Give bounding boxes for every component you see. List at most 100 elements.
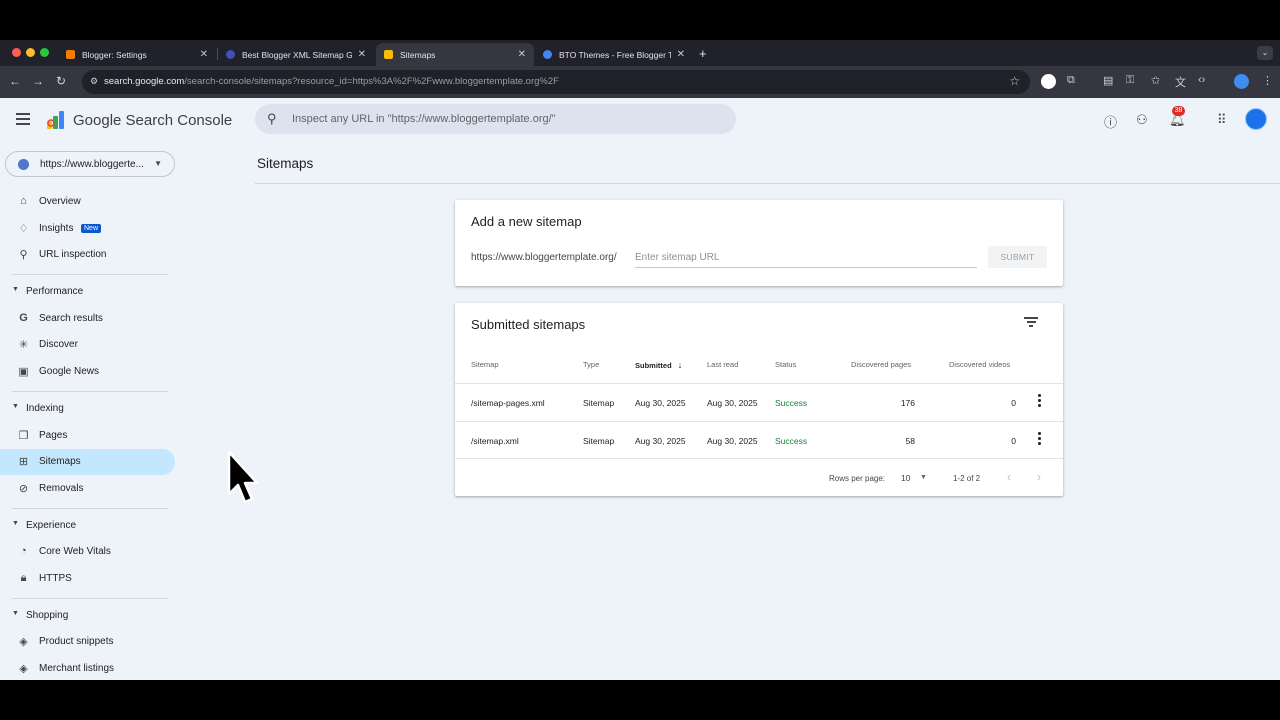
sidebar-section-indexing[interactable]: ▼ Indexing bbox=[0, 399, 175, 419]
filter-icon[interactable] bbox=[1024, 317, 1038, 327]
column-header-type[interactable]: Type bbox=[583, 360, 599, 369]
extension-icon[interactable]: ⧉ bbox=[1067, 74, 1075, 87]
sidebar-item-search-results[interactable]: G Search results bbox=[0, 306, 175, 332]
reload-icon[interactable]: ↻ bbox=[56, 74, 66, 88]
browser-tab-blogger-settings[interactable]: Blogger: Settings ✕ bbox=[58, 43, 216, 66]
collapse-caret-icon: ▼ bbox=[12, 520, 19, 527]
collapse-caret-icon: ▼ bbox=[12, 610, 19, 617]
submitted-sitemaps-title: Submitted sitemaps bbox=[471, 317, 586, 332]
submit-button[interactable]: SUBMIT bbox=[988, 246, 1047, 268]
row-more-options-icon[interactable] bbox=[1035, 394, 1043, 410]
sidebar-item-google-news[interactable]: ▣ Google News bbox=[0, 359, 175, 385]
sidebar-divider bbox=[12, 598, 168, 599]
sidebar-item-product-snippets[interactable]: ◈ Product snippets bbox=[0, 629, 175, 655]
property-globe-icon bbox=[18, 159, 29, 170]
sidebar-item-sitemaps[interactable]: ⊞ Sitemaps bbox=[0, 449, 175, 475]
header-divider bbox=[255, 183, 1280, 184]
account-avatar[interactable] bbox=[1245, 108, 1267, 130]
maximize-window-button[interactable] bbox=[40, 48, 49, 57]
browser-tab-sitemaps[interactable]: Sitemaps ✕ bbox=[376, 43, 534, 66]
previous-page-icon[interactable]: ‹ bbox=[1007, 470, 1011, 484]
sitemap-url-input[interactable] bbox=[635, 248, 977, 268]
password-key-icon[interactable]: ⚿ bbox=[1126, 74, 1134, 87]
back-icon[interactable]: ← bbox=[9, 74, 21, 88]
address-bar[interactable]: ⚙ search.google.com/search-console/sitem… bbox=[82, 70, 1030, 94]
mouse-cursor-icon bbox=[227, 450, 259, 504]
devtools-icon[interactable]: ‹› bbox=[1198, 74, 1205, 86]
browser-profile-avatar[interactable] bbox=[1234, 74, 1249, 89]
pages-icon: ❐ bbox=[18, 430, 29, 442]
sidebar-section-performance[interactable]: ▼ Performance bbox=[0, 282, 175, 302]
column-header-discovered-pages[interactable]: Discovered pages bbox=[851, 360, 911, 369]
rows-per-page-select[interactable]: 10 bbox=[901, 473, 910, 483]
close-tab-icon[interactable]: ✕ bbox=[518, 49, 526, 60]
table-row[interactable]: /sitemap-pages.xml Sitemap Aug 30, 2025 … bbox=[455, 383, 1063, 421]
table-pagination: Rows per page: 10 ▼ 1-2 of 2 ‹ › bbox=[455, 458, 1063, 496]
profile-extension-icon[interactable] bbox=[1041, 74, 1056, 89]
column-header-sitemap[interactable]: Sitemap bbox=[471, 360, 499, 369]
sidebar-section-shopping[interactable]: ▼ Shopping bbox=[0, 606, 175, 626]
column-header-submitted[interactable]: Submitted ↓ bbox=[635, 360, 682, 370]
blogger-favicon-icon bbox=[66, 50, 75, 59]
rows-per-page-label: Rows per page: bbox=[829, 474, 886, 483]
reading-list-icon[interactable]: ▤ bbox=[1103, 74, 1113, 87]
visibility-off-icon: ⊘ bbox=[18, 483, 29, 495]
manage-users-icon[interactable]: ⚇ bbox=[1136, 112, 1148, 128]
apps-grid-icon[interactable]: ⠿ bbox=[1217, 112, 1227, 128]
close-tab-icon[interactable]: ✕ bbox=[200, 49, 208, 60]
submitted-sitemaps-card: Submitted sitemaps Sitemap Type Submitte… bbox=[455, 303, 1063, 496]
help-icon[interactable]: ⓘ bbox=[1104, 112, 1117, 131]
site-info-icon[interactable]: ⚙ bbox=[90, 76, 101, 87]
column-header-discovered-videos[interactable]: Discovered videos bbox=[949, 360, 1010, 369]
sidebar-section-experience[interactable]: ▼ Experience bbox=[0, 516, 175, 536]
bookmark-manager-icon[interactable]: ✩ bbox=[1151, 74, 1160, 87]
chevron-down-icon: ▼ bbox=[154, 159, 162, 168]
close-tab-icon[interactable]: ✕ bbox=[677, 49, 685, 60]
search-console-favicon-icon bbox=[384, 50, 393, 59]
tab-strip: Blogger: Settings ✕ Best Blogger XML Sit… bbox=[0, 40, 1280, 66]
column-header-status[interactable]: Status bbox=[775, 360, 796, 369]
sidebar-divider bbox=[12, 391, 168, 392]
browser-tab-sitemap-generator[interactable]: Best Blogger XML Sitemap Ge ✕ bbox=[218, 43, 374, 66]
sidebar-item-https[interactable]: 🔒︎ HTTPS bbox=[0, 566, 175, 592]
tab-search-button[interactable]: ⌄ bbox=[1257, 46, 1273, 60]
app-header: Google Search Console ⚲ ⓘ ⚇ 🔔︎ 38 ⠿ bbox=[0, 98, 1280, 142]
sitemap-url-prefix: https://www.bloggertemplate.org/ bbox=[471, 252, 617, 263]
close-window-button[interactable] bbox=[12, 48, 21, 57]
discovered-videos-count: 0 bbox=[1011, 398, 1016, 408]
property-selector[interactable]: https://www.bloggerte... ▼ bbox=[5, 151, 175, 177]
table-row[interactable]: /sitemap.xml Sitemap Aug 30, 2025 Aug 30… bbox=[455, 421, 1063, 459]
sidebar-item-overview[interactable]: ⌂ Overview bbox=[0, 189, 175, 215]
new-tab-button[interactable]: + bbox=[699, 46, 707, 61]
pagination-range: 1-2 of 2 bbox=[953, 474, 981, 483]
close-tab-icon[interactable]: ✕ bbox=[358, 49, 366, 60]
minimize-window-button[interactable] bbox=[26, 48, 35, 57]
browser-tab-bto-themes[interactable]: BTO Themes - Free Blogger T ✕ bbox=[535, 43, 693, 66]
inspect-url-input[interactable] bbox=[292, 110, 722, 128]
sidebar-item-insights[interactable]: ♢ Insights New bbox=[0, 216, 175, 242]
main-menu-icon[interactable] bbox=[16, 113, 30, 125]
discovered-pages-count: 58 bbox=[905, 436, 915, 446]
sidebar-item-discover[interactable]: ✳ Discover bbox=[0, 332, 175, 358]
browser-window: Blogger: Settings ✕ Best Blogger XML Sit… bbox=[0, 40, 1280, 680]
sidebar-item-removals[interactable]: ⊘ Removals bbox=[0, 476, 175, 502]
browser-menu-icon[interactable]: ⋮ bbox=[1262, 74, 1273, 87]
add-sitemap-card: Add a new sitemap https://www.bloggertem… bbox=[455, 200, 1063, 286]
next-page-icon[interactable]: › bbox=[1037, 470, 1041, 484]
sort-arrow-down-icon: ↓ bbox=[677, 360, 683, 370]
chevron-down-icon[interactable]: ▼ bbox=[920, 474, 927, 481]
sidebar-item-core-web-vitals[interactable]: ◔ Core Web Vitals bbox=[0, 539, 175, 565]
column-header-last-read[interactable]: Last read bbox=[707, 360, 738, 369]
search-icon: ⚲ bbox=[19, 249, 28, 261]
sidebar-item-url-inspection[interactable]: ⚲ URL inspection bbox=[0, 242, 175, 268]
row-more-options-icon[interactable] bbox=[1035, 432, 1043, 448]
add-sitemap-title: Add a new sitemap bbox=[471, 214, 582, 229]
last-read-date: Aug 30, 2025 bbox=[707, 398, 758, 408]
forward-icon[interactable]: → bbox=[32, 74, 44, 88]
sidebar-item-pages[interactable]: ❐ Pages bbox=[0, 423, 175, 449]
news-icon: ▣ bbox=[18, 366, 29, 378]
url-inspection-search[interactable]: ⚲ bbox=[255, 104, 736, 134]
bookmark-star-icon[interactable]: ☆ bbox=[1009, 74, 1020, 88]
sidebar-item-merchant-listings[interactable]: ◈ Merchant listings bbox=[0, 656, 175, 680]
translate-icon[interactable]: 文 bbox=[1175, 74, 1186, 90]
